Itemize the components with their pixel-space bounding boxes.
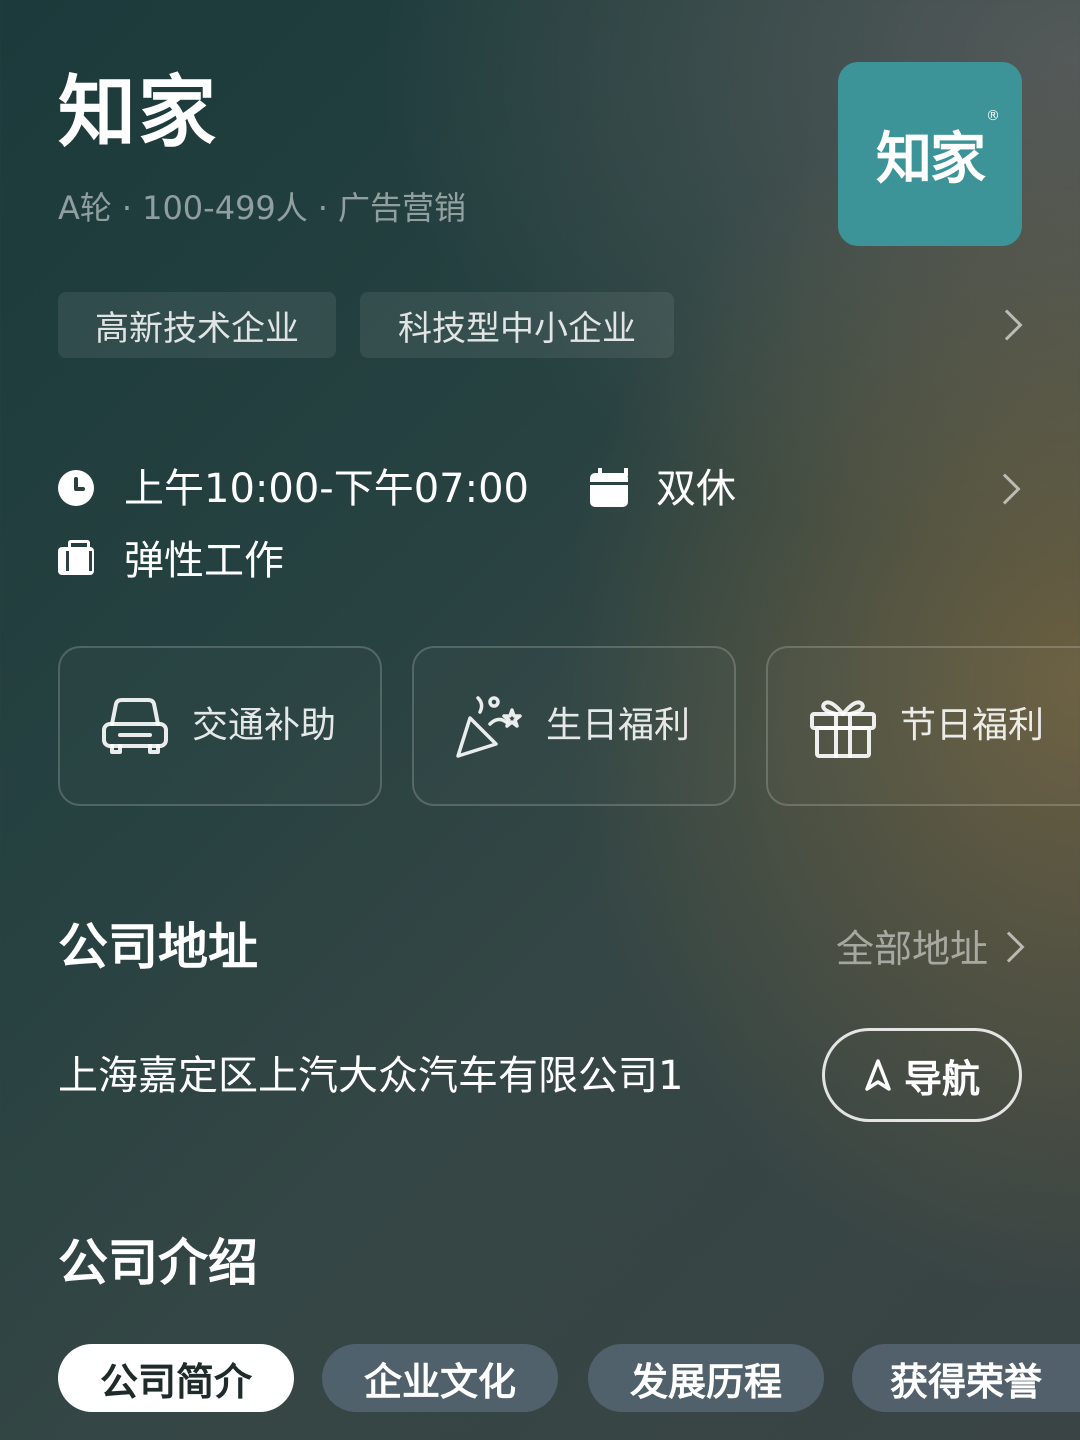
tab-honors[interactable]: 获得荣誉 bbox=[852, 1344, 1080, 1412]
rest-schedule: 双休 bbox=[656, 466, 736, 512]
tag-high-tech[interactable]: 高新技术企业 bbox=[58, 292, 336, 358]
intro-section-title: 公司介绍 bbox=[58, 1234, 258, 1292]
logo-wordmark: 知家 ® bbox=[876, 107, 1000, 192]
navigate-button-label: 导航 bbox=[903, 1056, 980, 1101]
tab-company-profile[interactable]: 公司简介 bbox=[58, 1344, 294, 1412]
tab-company-culture[interactable]: 企业文化 bbox=[322, 1344, 558, 1412]
meta-separator: · bbox=[317, 189, 328, 227]
address-section-title: 公司地址 bbox=[58, 918, 258, 976]
benefit-card-transport[interactable]: 交通补助 bbox=[58, 646, 382, 806]
all-addresses-chevron-right-icon[interactable] bbox=[993, 931, 1025, 963]
party-popper-icon bbox=[456, 696, 522, 758]
work-hours: 上午10:00-下午07:00 bbox=[124, 466, 529, 512]
meta-separator: · bbox=[121, 189, 133, 227]
gift-icon bbox=[810, 700, 876, 758]
company-name: 知家 bbox=[58, 68, 219, 158]
navigate-button[interactable]: 导航 bbox=[822, 1028, 1022, 1122]
company-logo: 知家 ® bbox=[838, 62, 1022, 246]
registered-mark: ® bbox=[986, 107, 1000, 124]
company-size: 100-499人 bbox=[142, 189, 308, 227]
benefit-card-birthday[interactable]: 生日福利 bbox=[412, 646, 736, 806]
benefit-label-transport: 交通补助 bbox=[192, 705, 337, 746]
briefcase-icon bbox=[58, 540, 94, 575]
benefit-label-holiday: 节日福利 bbox=[900, 705, 1045, 746]
work-info-chevron-right-icon[interactable] bbox=[989, 473, 1021, 505]
clock-icon bbox=[58, 470, 94, 506]
car-icon bbox=[102, 698, 168, 754]
work-type: 弹性工作 bbox=[124, 538, 284, 584]
funding-stage: A轮 bbox=[58, 189, 112, 227]
company-meta: A轮 · 100-499人 · 广告营销 bbox=[58, 192, 466, 224]
navigation-arrow-icon bbox=[865, 1059, 891, 1091]
all-addresses-link[interactable]: 全部地址 bbox=[836, 930, 988, 968]
industry: 广告营销 bbox=[337, 189, 466, 227]
tags-chevron-right-icon[interactable] bbox=[991, 309, 1023, 341]
calendar-icon bbox=[590, 468, 628, 507]
benefit-label-birthday: 生日福利 bbox=[546, 705, 691, 746]
benefit-card-holiday[interactable]: 节日福利 bbox=[766, 646, 1080, 806]
company-address: 上海嘉定区上汽大众汽车有限公司1 bbox=[58, 1053, 684, 1099]
tag-tech-sme[interactable]: 科技型中小企业 bbox=[360, 292, 674, 358]
tab-development-history[interactable]: 发展历程 bbox=[588, 1344, 824, 1412]
